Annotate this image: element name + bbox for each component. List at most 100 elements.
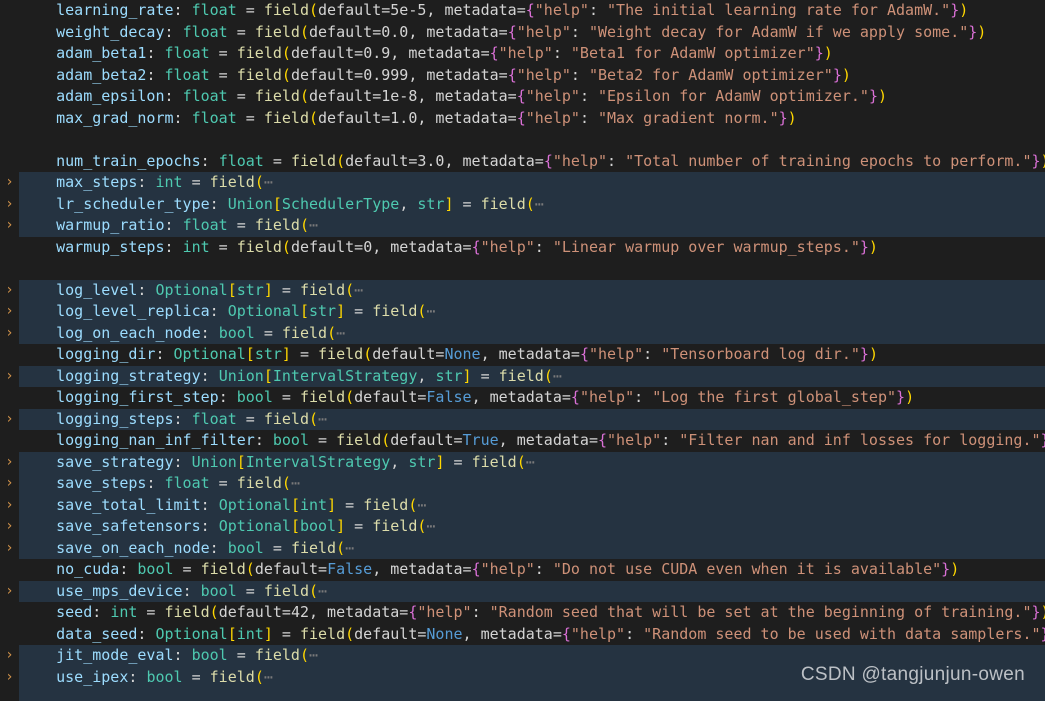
token-pun: : [200,151,219,170]
code-line[interactable]: adam_epsilon: float = field(default=1e-8… [0,86,1045,108]
token-str: "The initial learning rate for AdamW." [607,1,951,19]
fold-chevron-icon[interactable]: › [0,645,19,667]
token-pun: = [345,517,373,535]
token-typ: float [182,216,228,234]
token-pun: default= [345,151,418,170]
token-kw: False [426,388,472,406]
token-kw: None [426,624,463,643]
code-line[interactable]: › log_level_replica: Optional[str] = fie… [0,301,1045,323]
code-line[interactable]: no_cuda: bool = field(default=False, met… [0,559,1045,581]
code-line[interactable]: weight_decay: float = field(default=0.0,… [0,21,1045,43]
token-typ: str [408,452,436,471]
fold-chevron-icon[interactable]: › [0,451,19,473]
fold-chevron-icon[interactable]: › [0,408,19,430]
token-pun: : [137,173,156,191]
code-line[interactable]: adam_beta2: float = field(default=0.999,… [0,64,1045,86]
token-typ: bool [218,323,255,342]
token-pun [20,496,56,514]
token-pun [20,603,56,621]
token-str: "Weight decay for AdamW if we apply some… [588,22,969,41]
fold-chevron-icon[interactable]: › [0,365,19,387]
token-pun: : [182,581,201,600]
code-line[interactable]: logging_nan_inf_filter: bool = field(def… [0,430,1045,452]
token-b1: ( [336,538,346,557]
code-line[interactable]: › save_on_each_node: bool = field(⋯ [0,537,1045,559]
code-line[interactable]: learning_rate: float = field(default=5e-… [0,0,1045,22]
fold-chevron-icon[interactable]: › [0,301,19,323]
code-line[interactable]: › warmup_ratio: float = field(⋯ [0,215,1045,237]
code-line[interactable]: num_train_epochs: float = field(default=… [0,150,1045,173]
token-pun: = [254,323,282,342]
code-line[interactable]: logging_dir: Optional[str] = field(defau… [0,344,1045,366]
token-pun: = [309,431,337,449]
token-var: logging_strategy [56,366,201,385]
token-fn: field [336,431,382,449]
token-str: "help" [480,560,535,578]
token-typ: float [182,87,228,105]
code-line[interactable] [0,129,1045,151]
token-b1: ) [977,22,987,41]
token-pun: : [588,1,608,19]
code-line-text: no_cuda: bool = field(default=False, met… [20,559,959,581]
token-fold: ⋯ [290,474,300,492]
token-typ: bool [200,581,237,600]
code-line[interactable]: seed: int = field(default=42, metadata={… [0,602,1045,624]
token-pun [20,216,56,234]
fold-chevron-icon[interactable]: › [0,193,19,215]
token-pun [20,324,56,342]
token-var: logging_first_step [56,388,219,406]
code-editor[interactable]: learning_rate: float = field(default=5e-… [0,0,1045,701]
token-typ: float [218,151,264,170]
code-line-text: num_train_epochs: float = field(default=… [20,151,1045,173]
token-pun: = [453,194,481,213]
code-line[interactable]: › max_steps: int = field(⋯ [0,172,1045,194]
code-line[interactable]: warmup_steps: int = field(default=0, met… [0,236,1045,258]
token-pun: = [290,345,319,363]
fold-chevron-icon[interactable]: › [0,537,19,559]
token-str: "help" [525,108,580,127]
code-line-text: logging_first_step: bool = field(default… [20,387,914,409]
fold-chevron-icon[interactable]: › [0,516,19,538]
code-line[interactable]: › save_total_limit: Optional[int] = fiel… [0,494,1045,516]
token-var: weight_decay [56,22,165,41]
fold-chevron-icon[interactable]: › [0,580,19,602]
token-pun: : [200,495,219,514]
fold-chevron-icon[interactable]: › [0,473,19,495]
token-pun [20,539,56,557]
code-line[interactable]: › log_level: Optional[str] = field(⋯ [0,279,1045,301]
fold-chevron-icon[interactable]: › [0,172,19,194]
code-line[interactable]: › lr_scheduler_type: Union[SchedulerType… [0,193,1045,215]
token-b1: ( [309,581,319,600]
token-pun: , metadata= [372,560,472,578]
token-var: warmup_steps [56,237,165,256]
token-pun: 42 [290,603,309,621]
code-line[interactable]: › use_mps_device: bool = field(⋯ [0,580,1045,602]
token-pun: , metadata= [417,87,517,105]
code-line[interactable]: max_grad_norm: float = field(default=1.0… [0,107,1045,129]
code-line[interactable]: data_seed: Optional[int] = field(default… [0,623,1045,645]
code-line[interactable]: › logging_strategy: Union[IntervalStrate… [0,365,1045,387]
token-pun: default= [390,431,463,449]
code-line[interactable]: › save_strategy: Union[IntervalStrategy,… [0,451,1045,473]
token-typ: Optional [155,624,228,643]
code-line[interactable]: › log_on_each_node: bool = field(⋯ [0,322,1045,344]
fold-chevron-icon[interactable]: › [0,279,19,301]
code-line[interactable]: › save_steps: float = field(⋯ [0,473,1045,495]
token-pun [20,625,56,643]
token-pun: default= [318,1,391,19]
token-var: no_cuda [56,560,120,578]
code-line[interactable]: logging_first_step: bool = field(default… [0,387,1045,409]
code-line-text: logging_dir: Optional[str] = field(defau… [20,344,878,366]
token-pun: = [263,151,291,170]
code-line[interactable]: › logging_steps: float = field(⋯ [0,408,1045,430]
code-line[interactable] [0,258,1045,280]
fold-chevron-icon[interactable]: › [0,494,19,516]
code-line[interactable]: › save_safetensors: Optional[bool] = fie… [0,516,1045,538]
code-line[interactable] [0,688,1045,701]
fold-chevron-icon[interactable]: › [0,666,19,688]
code-line[interactable]: adam_beta1: float = field(default=0.9, m… [0,43,1045,65]
token-fold: ⋯ [426,517,436,535]
fold-chevron-icon[interactable]: › [0,215,19,237]
fold-chevron-icon[interactable]: › [0,322,19,344]
gutter-spacer [0,21,19,43]
